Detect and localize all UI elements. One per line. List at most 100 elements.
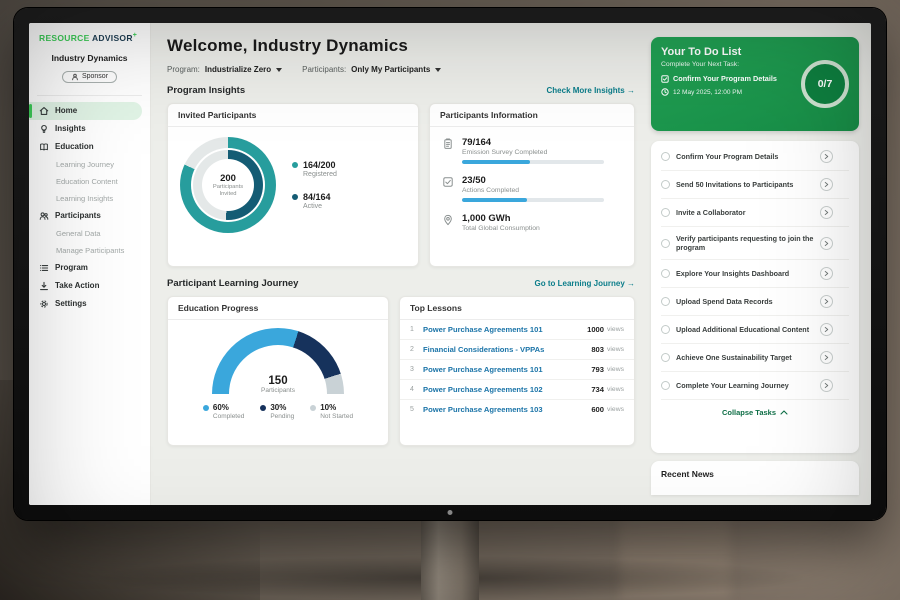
task-row[interactable]: Verify participants requesting to join t… bbox=[661, 226, 849, 259]
sidebar-item-insights[interactable]: Insights bbox=[29, 120, 142, 138]
completed-legend-item: 60% Completed bbox=[203, 403, 244, 420]
collapse-tasks-button[interactable]: Collapse Tasks bbox=[661, 399, 849, 423]
task-checkbox[interactable] bbox=[661, 152, 670, 161]
task-row[interactable]: Confirm Your Program Details bbox=[661, 143, 849, 170]
learning-journey-title: Participant Learning Journey bbox=[167, 278, 298, 289]
active-legend-item: 84/164 Active bbox=[292, 192, 337, 210]
task-checkbox[interactable] bbox=[661, 180, 670, 189]
emission-progress-bar bbox=[462, 160, 604, 164]
list-icon bbox=[39, 263, 49, 273]
lesson-views-suffix: views bbox=[607, 386, 624, 393]
task-chevron-button[interactable] bbox=[820, 267, 833, 280]
participants-info-card: Participants Information 79/164 Emission… bbox=[429, 103, 635, 267]
lesson-rank: 1 bbox=[410, 326, 420, 333]
todo-next-task[interactable]: Confirm Your Program Details bbox=[661, 74, 801, 83]
program-select[interactable]: Industrialize Zero bbox=[205, 65, 282, 74]
home-icon bbox=[39, 106, 49, 116]
invited-center-value: 200 bbox=[220, 173, 236, 184]
task-checkbox[interactable] bbox=[661, 269, 670, 278]
task-chevron-button[interactable] bbox=[820, 237, 833, 250]
link-label: Go to Learning Journey bbox=[535, 279, 625, 288]
pending-legend-dot bbox=[260, 405, 266, 411]
task-checkbox[interactable] bbox=[661, 239, 670, 248]
sidebar-item-program[interactable]: Program bbox=[29, 259, 142, 277]
registered-value: 164/200 bbox=[303, 160, 337, 170]
people-icon bbox=[39, 211, 49, 221]
lesson-link[interactable]: Power Purchase Agreements 103 bbox=[423, 405, 591, 414]
lesson-views: 1000 bbox=[587, 325, 604, 334]
sidebar-item-manage-participants[interactable]: Manage Participants bbox=[29, 242, 142, 259]
sidebar-item-label: Participants bbox=[55, 211, 101, 220]
invited-donut-gap: 200 Participants Invited bbox=[191, 148, 265, 222]
download-icon bbox=[39, 281, 49, 291]
task-chevron-button[interactable] bbox=[820, 150, 833, 163]
task-checkbox[interactable] bbox=[661, 325, 670, 334]
task-chevron-button[interactable] bbox=[820, 206, 833, 219]
sidebar-item-learning-insights[interactable]: Learning Insights bbox=[29, 190, 142, 207]
task-row[interactable]: Invite a Collaborator bbox=[661, 198, 849, 226]
task-row[interactable]: Explore Your Insights Dashboard bbox=[661, 259, 849, 287]
task-checkbox[interactable] bbox=[661, 353, 670, 362]
active-legend-dot bbox=[292, 194, 298, 200]
lesson-link[interactable]: Power Purchase Agreements 101 bbox=[423, 365, 591, 374]
sidebar-item-label: Take Action bbox=[55, 281, 99, 290]
sidebar-item-take-action[interactable]: Take Action bbox=[29, 277, 142, 295]
sidebar-item-settings[interactable]: Settings bbox=[29, 295, 142, 313]
lesson-row: 5 Power Purchase Agreements 103 600 view… bbox=[400, 400, 634, 419]
sidebar-item-education[interactable]: Education bbox=[29, 138, 142, 156]
sidebar-item-education-content[interactable]: Education Content bbox=[29, 173, 142, 190]
task-chevron-button[interactable] bbox=[820, 178, 833, 191]
not-started-legend-item: 10% Not Started bbox=[310, 403, 353, 420]
check-more-insights-link[interactable]: Check More Insights → bbox=[547, 86, 635, 95]
todo-title: Your To Do List bbox=[661, 46, 801, 58]
sidebar-item-general-data[interactable]: General Data bbox=[29, 225, 142, 242]
sidebar-item-learning-journey[interactable]: Learning Journey bbox=[29, 156, 142, 173]
go-to-learning-journey-link[interactable]: Go to Learning Journey → bbox=[535, 279, 635, 288]
recent-news-title: Recent News bbox=[661, 469, 714, 479]
lesson-link[interactable]: Financial Considerations - VPPAs bbox=[423, 345, 591, 354]
actions-progress-fill bbox=[462, 198, 527, 202]
task-row[interactable]: Upload Additional Educational Content bbox=[661, 315, 849, 343]
actions-completed-row: 23/50 Actions Completed bbox=[442, 175, 622, 202]
sidebar: RESOURCE ADVISOR+ Industry Dynamics Spon… bbox=[29, 23, 151, 505]
task-chevron-button[interactable] bbox=[820, 379, 833, 392]
task-chevron-button[interactable] bbox=[820, 323, 833, 336]
todo-card: Your To Do List Complete Your Next Task:… bbox=[651, 37, 859, 131]
lesson-link[interactable]: Power Purchase Agreements 101 bbox=[423, 325, 587, 334]
participants-select[interactable]: Only My Participants bbox=[351, 65, 441, 74]
chevron-up-icon bbox=[780, 410, 788, 415]
task-row[interactable]: Complete Your Learning Journey bbox=[661, 371, 849, 399]
task-label: Explore Your Insights Dashboard bbox=[676, 269, 814, 278]
learning-journey-header: Participant Learning Journey Go to Learn… bbox=[167, 278, 635, 289]
task-row[interactable]: Achieve One Sustainability Target bbox=[661, 343, 849, 371]
task-checkbox[interactable] bbox=[661, 208, 670, 217]
task-chevron-button[interactable] bbox=[820, 351, 833, 364]
sidebar-item-home[interactable]: Home bbox=[29, 102, 142, 120]
program-insights-title: Program Insights bbox=[167, 85, 245, 96]
task-label: Achieve One Sustainability Target bbox=[676, 353, 814, 362]
lesson-views-suffix: views bbox=[607, 366, 624, 373]
sidebar-item-label: Settings bbox=[55, 299, 87, 308]
emission-survey-label: Emission Survey Completed bbox=[462, 149, 604, 156]
education-progress-card: Education Progress 150 Participants bbox=[167, 296, 389, 446]
invited-donut-inner: 200 Participants Invited bbox=[193, 150, 263, 220]
todo-due-date: 12 May 2025, 12:00 PM bbox=[661, 88, 801, 96]
lesson-link[interactable]: Power Purchase Agreements 102 bbox=[423, 385, 591, 394]
link-label: Check More Insights bbox=[547, 86, 625, 95]
task-row[interactable]: Upload Spend Data Records bbox=[661, 287, 849, 315]
task-checkbox[interactable] bbox=[661, 381, 670, 390]
program-select-value: Industrialize Zero bbox=[205, 65, 271, 74]
task-checkbox[interactable] bbox=[661, 297, 670, 306]
logo-plus: + bbox=[133, 32, 137, 39]
chevron-down-icon bbox=[435, 68, 441, 72]
task-label: Confirm Your Program Details bbox=[676, 152, 814, 161]
consumption-label: Total Global Consumption bbox=[462, 225, 540, 232]
lesson-rank: 4 bbox=[410, 386, 420, 393]
sidebar-item-label: Education bbox=[55, 142, 94, 151]
sidebar-item-label: Home bbox=[55, 106, 77, 115]
task-row[interactable]: Send 50 Invitations to Participants bbox=[661, 170, 849, 198]
task-chevron-button[interactable] bbox=[820, 295, 833, 308]
task-label: Upload Spend Data Records bbox=[676, 297, 814, 306]
sidebar-item-participants[interactable]: Participants bbox=[29, 207, 142, 225]
page-title: Welcome, Industry Dynamics bbox=[167, 36, 635, 56]
